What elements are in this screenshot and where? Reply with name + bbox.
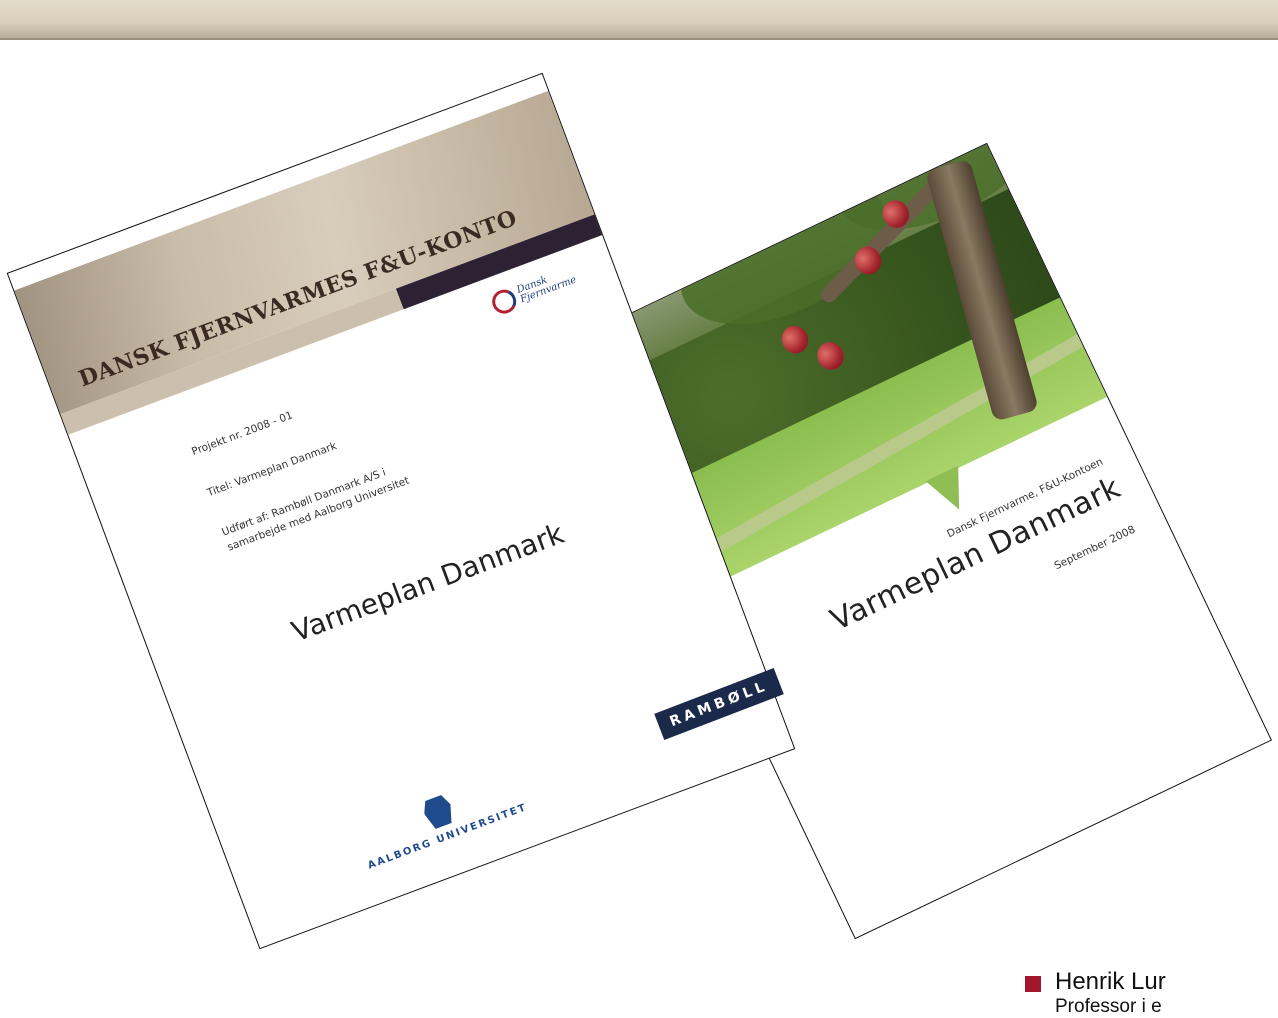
aalborg-crest-icon	[420, 793, 457, 831]
top-band	[0, 0, 1278, 40]
dansk-fjernvarme-logo-text: Dansk Fjernvarme	[515, 274, 578, 306]
bullet-square-icon	[1025, 976, 1041, 992]
bullet-name: Henrik Lur	[1055, 968, 1166, 995]
dansk-fjernvarme-icon	[488, 286, 520, 318]
report-cover-front: DANSK FJERNVARMES F&U-KONTO Dansk Fjernva…	[6, 72, 796, 950]
project-number: Projekt nr. 2008 - 01	[190, 409, 295, 459]
aalborg-universitet-logo: AALBORG UNIVERSITET	[354, 768, 529, 872]
report-title: Varmeplan Danmark	[287, 516, 569, 649]
